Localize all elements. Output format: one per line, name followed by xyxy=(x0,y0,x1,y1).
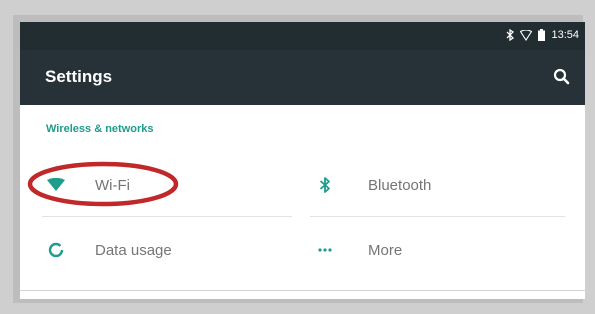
bluetooth-tile[interactable]: Bluetooth xyxy=(313,165,563,205)
section-header: Wireless & networks xyxy=(46,123,154,135)
data-usage-icon xyxy=(44,238,68,262)
bluetooth-status-icon xyxy=(506,29,515,41)
bottom-divider xyxy=(20,290,585,291)
bluetooth-label: Bluetooth xyxy=(368,176,432,194)
wifi-signal-icon xyxy=(520,29,533,41)
page-title: Settings xyxy=(45,67,113,86)
search-icon xyxy=(553,68,570,85)
status-time: 13:54 xyxy=(551,29,579,41)
app-bar: Settings xyxy=(20,50,585,105)
data-usage-label: Data usage xyxy=(95,241,172,259)
wifi-icon xyxy=(44,173,68,197)
more-icon xyxy=(313,238,337,262)
more-tile[interactable]: More xyxy=(313,230,563,270)
search-button[interactable] xyxy=(551,66,573,88)
status-bar: 13:54 xyxy=(20,22,585,50)
wifi-tile[interactable]: Wi-Fi xyxy=(44,165,289,205)
tile-divider xyxy=(42,216,292,217)
wifi-label: Wi-Fi xyxy=(95,176,130,194)
more-label: More xyxy=(368,241,403,259)
settings-screen: 13:54 Settings Wireless & networks Wi-Fi… xyxy=(20,22,585,299)
bluetooth-icon xyxy=(313,173,337,197)
battery-icon xyxy=(538,29,546,41)
status-icons: 13:54 xyxy=(506,29,579,41)
data-usage-tile[interactable]: Data usage xyxy=(44,230,289,270)
tile-divider xyxy=(310,216,565,217)
